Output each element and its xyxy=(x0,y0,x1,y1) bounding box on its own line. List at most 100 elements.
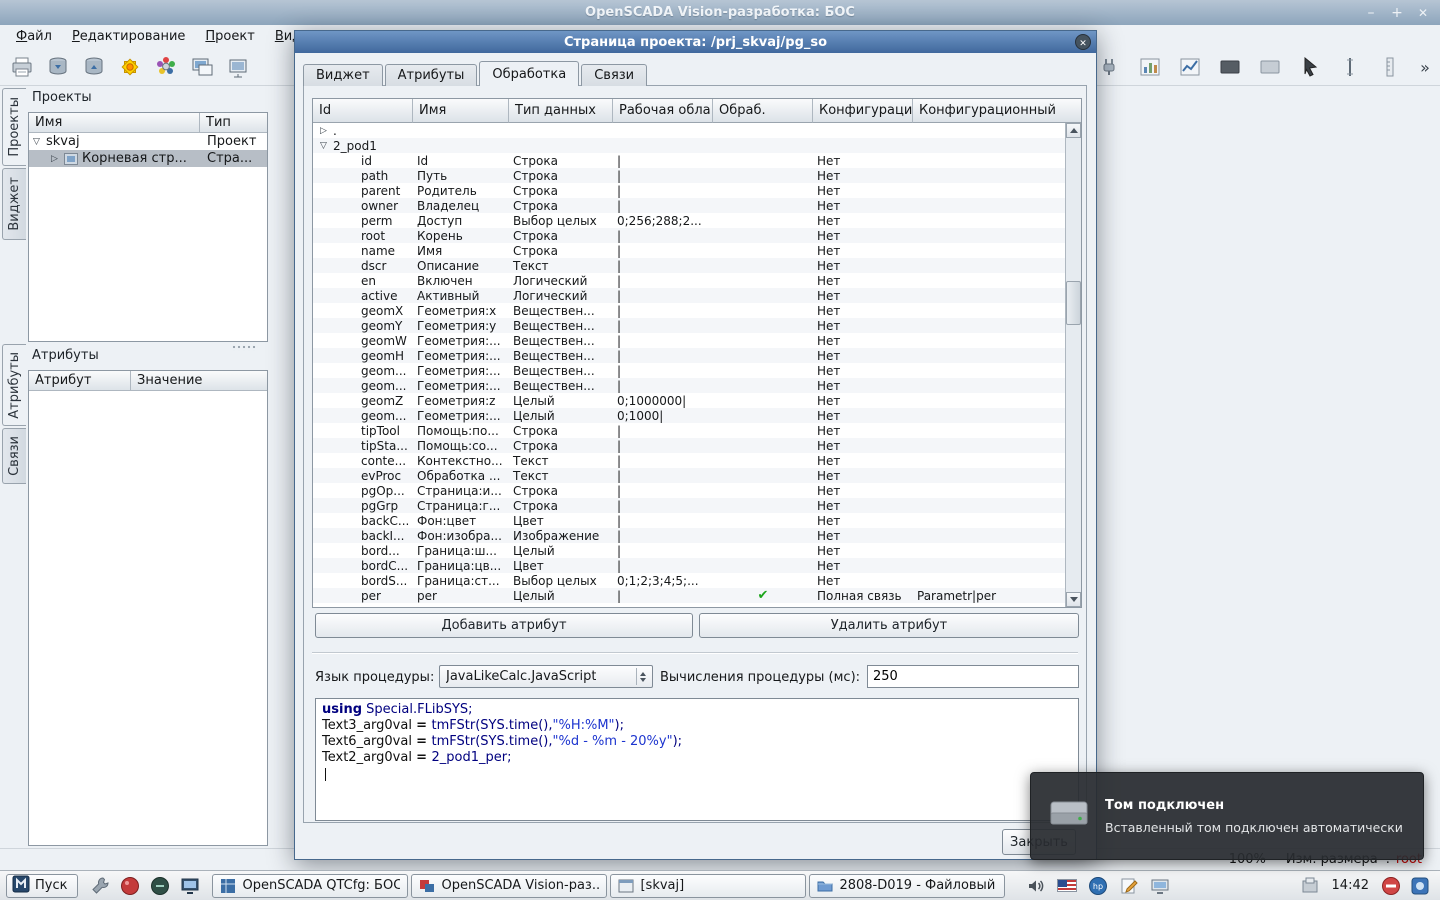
blue-app-icon[interactable] xyxy=(1408,874,1432,898)
db-save-icon[interactable] xyxy=(80,53,108,81)
attribute-row[interactable]: bordS...Граница:ст...Выбор целых0;1;2;3;… xyxy=(313,573,1065,588)
attribute-row[interactable]: pgGrpСтраница:г...Строка|Нет xyxy=(313,498,1065,513)
attribute-row[interactable]: . xyxy=(313,123,1065,138)
expand-icon[interactable] xyxy=(51,154,64,164)
column-header[interactable]: Рабочая обла xyxy=(613,99,713,123)
dialog-close-icon[interactable] xyxy=(1075,34,1091,50)
start-button[interactable]: Пуск xyxy=(6,874,78,898)
code-line[interactable]: Text6_arg0val = tmFStr(SYS.time(),"%d - … xyxy=(322,734,1072,750)
collapse-icon[interactable] xyxy=(320,141,333,151)
code-line[interactable] xyxy=(322,766,1072,782)
dark-panel-icon[interactable] xyxy=(1216,53,1244,81)
attribute-row[interactable]: conte...Контекстно...Текст|Нет xyxy=(313,453,1065,468)
close-icon[interactable] xyxy=(1416,5,1430,21)
attribute-row[interactable]: rootКореньСтрока|Нет xyxy=(313,228,1065,243)
vruler-icon[interactable] xyxy=(1376,53,1404,81)
column-header-value[interactable]: Значение xyxy=(131,371,267,391)
attribute-row[interactable]: geomYГеометрия:yВеществен...|Нет xyxy=(313,318,1065,333)
task-button[interactable]: OpenSCADA QTCfg: БОС xyxy=(212,874,408,898)
code-line[interactable]: using Special.FLibSYS; xyxy=(322,702,1072,718)
attribute-row[interactable]: 2_pod1 xyxy=(313,138,1065,153)
code-editor[interactable]: using Special.FLibSYS;Text3_arg0val = tm… xyxy=(315,698,1079,821)
collapse-icon[interactable] xyxy=(33,137,46,147)
red-app-icon[interactable] xyxy=(118,874,142,898)
column-header-name[interactable]: Имя xyxy=(29,113,200,133)
attribute-row[interactable]: ownerВладелецСтрока|Нет xyxy=(313,198,1065,213)
expand-icon[interactable] xyxy=(320,126,333,136)
scrollbar-down-icon[interactable] xyxy=(1066,592,1081,607)
stats-icon[interactable] xyxy=(1136,53,1164,81)
maximize-icon[interactable] xyxy=(1390,5,1404,21)
attribute-row[interactable]: nameИмяСтрока|Нет xyxy=(313,243,1065,258)
code-line[interactable]: Text3_arg0val = tmFStr(SYS.time(),"%H:%M… xyxy=(322,718,1072,734)
attribute-row[interactable]: evProcОбработка ...Текст|Нет xyxy=(313,468,1065,483)
tab-attributes[interactable]: Атрибуты xyxy=(385,64,478,86)
widget-paste-icon[interactable] xyxy=(224,53,252,81)
column-header[interactable]: Обраб. xyxy=(713,99,813,123)
tab-links[interactable]: Связи xyxy=(581,64,647,86)
column-header[interactable]: Тип данных xyxy=(509,99,613,123)
attribute-row[interactable]: parentРодительСтрока|Нет xyxy=(313,183,1065,198)
alert-red-icon[interactable] xyxy=(1379,874,1403,898)
attribute-row[interactable]: bordC...Граница:цв...Цвет|Нет xyxy=(313,558,1065,573)
attribute-row[interactable]: geomZГеометрия:zЦелый0;1000000|Нет xyxy=(313,393,1065,408)
column-header-type[interactable]: Тип xyxy=(200,113,267,133)
tab-widget[interactable]: Виджет xyxy=(303,64,383,86)
attribute-row[interactable]: geom...Геометрия:...Веществен...|Нет xyxy=(313,378,1065,393)
task-button[interactable]: 2808-D019 - Файловый ... xyxy=(809,874,1005,898)
attribute-row[interactable]: geom...Геометрия:...Веществен...|Нет xyxy=(313,363,1065,378)
tray-box-icon[interactable] xyxy=(1298,874,1322,898)
attribute-row[interactable]: tipToolПомощь:по...Строка|Нет xyxy=(313,423,1065,438)
minimize-icon[interactable] xyxy=(1364,5,1378,21)
attribute-row[interactable]: dscrОписаниеТекст|Нет xyxy=(313,258,1065,273)
tab-processing[interactable]: Обработка xyxy=(479,61,579,86)
attribute-row[interactable]: tipSta...Помощь:со...Строка|Нет xyxy=(313,438,1065,453)
db-load-icon[interactable] xyxy=(44,53,72,81)
attribute-row[interactable]: perperЦелый|Полная связьParametr|per xyxy=(313,588,1065,603)
code-line[interactable]: Text2_arg0val = 2_pod1_per; xyxy=(322,750,1072,766)
menu-item-3[interactable]: Проект xyxy=(195,26,264,47)
scrollbar-thumb[interactable] xyxy=(1066,281,1081,325)
attribute-row[interactable]: pathПутьСтрока|Нет xyxy=(313,168,1065,183)
attribute-row[interactable]: permДоступВыбор целых0;256;288;2...Нет xyxy=(313,213,1065,228)
procedure-period-input[interactable] xyxy=(867,665,1079,688)
vline-icon[interactable] xyxy=(1336,53,1364,81)
dock-tab-widget[interactable]: Виджет xyxy=(2,168,26,240)
screen-icon[interactable] xyxy=(178,874,202,898)
pen-icon[interactable] xyxy=(1117,874,1141,898)
attribute-row[interactable]: enВключенЛогический|Нет xyxy=(313,273,1065,288)
attribute-row[interactable]: geomWГеометрия:...Веществен...|Нет xyxy=(313,333,1065,348)
attribute-row[interactable]: pgOp...Страница:и...Строка|Нет xyxy=(313,483,1065,498)
hp-icon[interactable]: hp xyxy=(1086,874,1110,898)
column-header-attribute[interactable]: Атрибут xyxy=(29,371,131,391)
scrollbar-up-icon[interactable] xyxy=(1066,123,1081,138)
connect-icon[interactable] xyxy=(1096,53,1124,81)
add-attribute-button[interactable]: Добавить атрибут xyxy=(315,613,693,638)
task-button[interactable]: OpenSCADA Vision-раз... xyxy=(411,874,607,898)
volume-notification[interactable]: Том подключен Вставленный том подключен … xyxy=(1030,772,1424,860)
attribute-row[interactable]: backC...Фон:цветЦвет|Нет xyxy=(313,513,1065,528)
dock-tab-links[interactable]: Связи xyxy=(2,428,26,484)
volume-icon[interactable] xyxy=(1024,874,1048,898)
dock-tab-projects[interactable]: Проекты xyxy=(2,88,26,166)
toolbar-overflow-icon[interactable] xyxy=(1416,56,1434,78)
menu-item-2[interactable]: Редактирование xyxy=(62,26,195,47)
wrench-icon[interactable] xyxy=(88,874,112,898)
run-project-icon[interactable] xyxy=(116,53,144,81)
chart-icon[interactable] xyxy=(1176,53,1204,81)
attribute-row[interactable]: idIdСтрока|Нет xyxy=(313,153,1065,168)
column-header[interactable]: Имя xyxy=(413,99,509,123)
menu-item-1[interactable]: Файл xyxy=(6,26,62,47)
attribute-row[interactable]: geomXГеометрия:xВеществен...|Нет xyxy=(313,303,1065,318)
column-header[interactable]: Id xyxy=(313,99,413,123)
display-icon[interactable] xyxy=(1148,874,1172,898)
widget-copy-icon[interactable] xyxy=(188,53,216,81)
tree-row[interactable]: Корневая стр...Стра... xyxy=(29,150,267,167)
dark-app-icon[interactable] xyxy=(148,874,172,898)
attribute-row[interactable]: geomHГеометрия:...Веществен...|Нет xyxy=(313,348,1065,363)
table-scrollbar[interactable] xyxy=(1065,123,1081,607)
taskbar-clock[interactable]: 14:42 xyxy=(1322,878,1379,893)
attribute-row[interactable]: backI...Фон:изобра...Изображение|Нет xyxy=(313,528,1065,543)
panel-icon[interactable] xyxy=(1256,53,1284,81)
main-titlebar[interactable]: OpenSCADA Vision-разработка: БОС xyxy=(0,0,1440,25)
